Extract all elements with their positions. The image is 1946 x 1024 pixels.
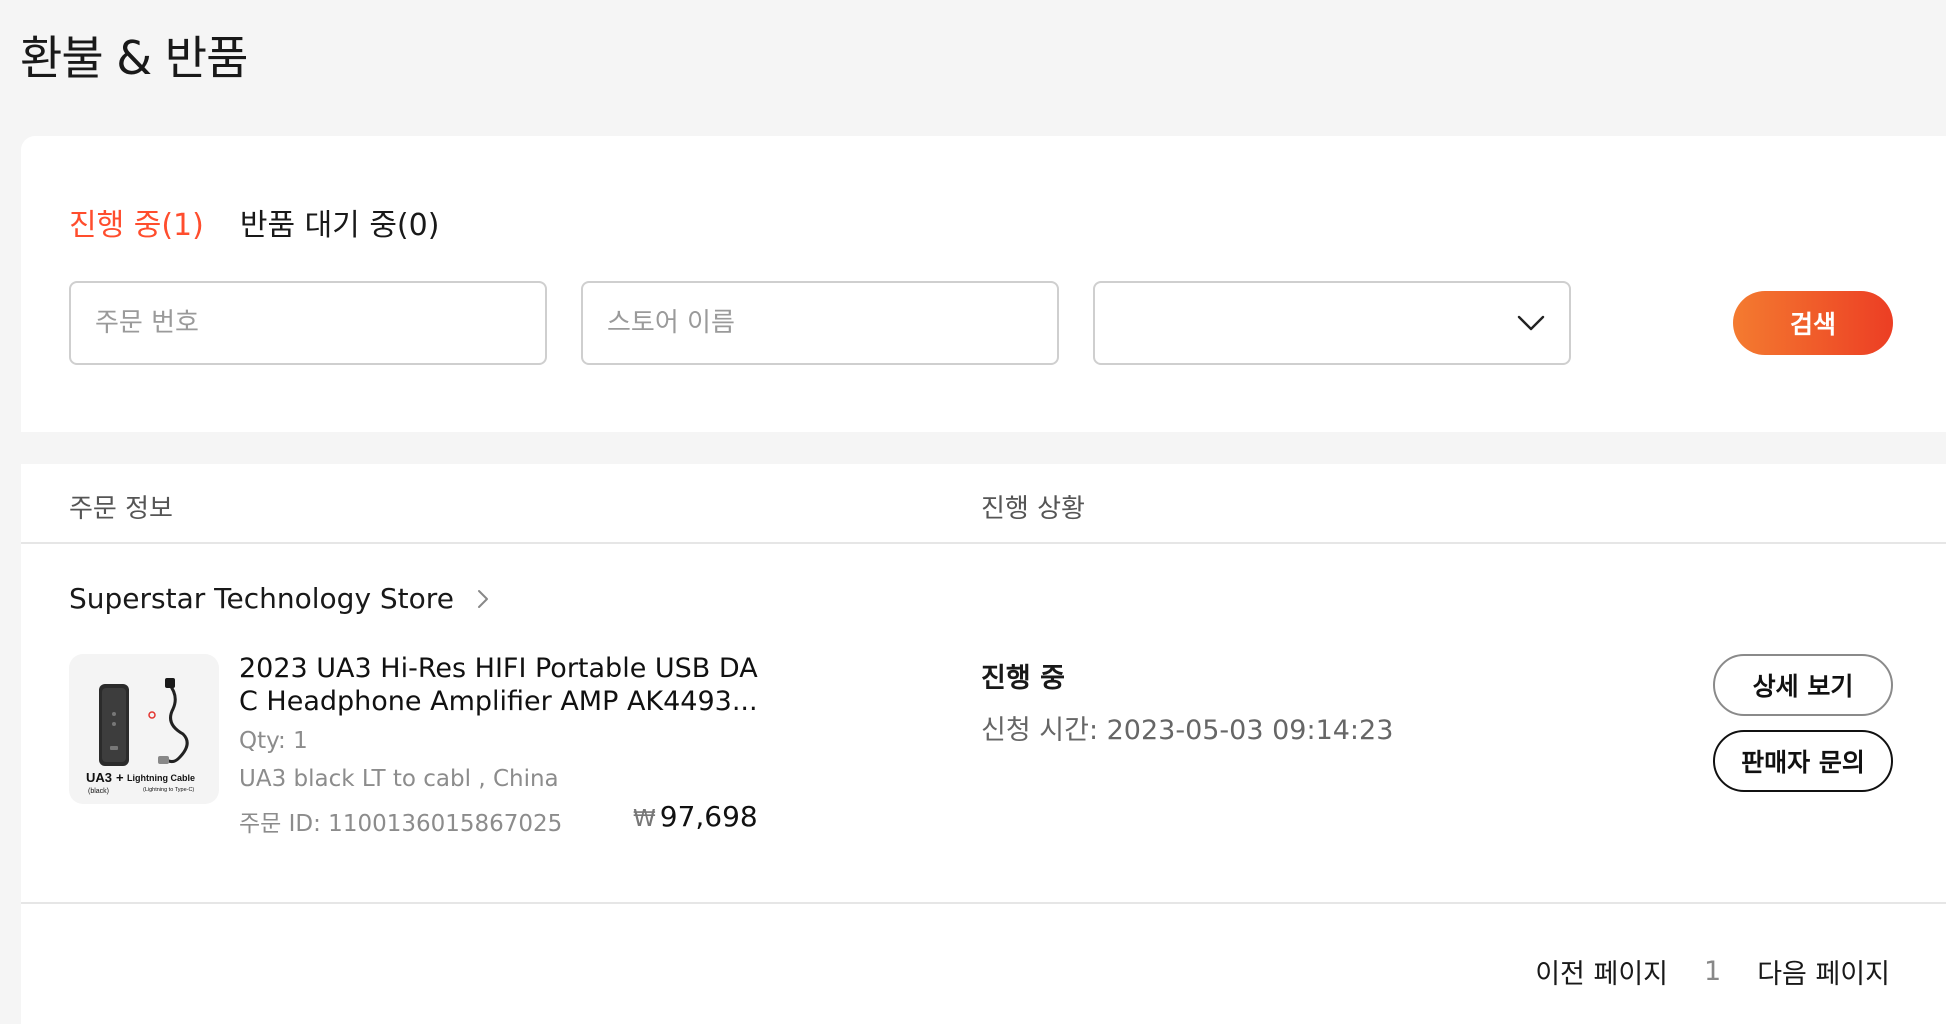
- chevron-right-icon: [477, 589, 488, 608]
- svg-text:+: +: [116, 770, 124, 785]
- order-number-input[interactable]: [71, 283, 545, 363]
- product-thumbnail[interactable]: UA3 + (black) Lightning Cable (Lightning…: [69, 654, 219, 804]
- search-button[interactable]: 검색: [1733, 291, 1893, 355]
- row-divider: [21, 902, 1946, 904]
- refund-status: 진행 중: [981, 663, 1065, 694]
- contact-seller-button[interactable]: 판매자 문의: [1713, 730, 1893, 792]
- currency-symbol: ₩: [633, 806, 656, 832]
- thumbnail-model-text: UA3: [86, 770, 112, 785]
- product-variant: UA3 black LT to cabl , China: [239, 766, 559, 792]
- store-link[interactable]: Superstar Technology Store: [69, 582, 492, 615]
- next-page-button[interactable]: 다음 페이지: [1757, 952, 1890, 991]
- prev-page-button[interactable]: 이전 페이지: [1535, 952, 1668, 991]
- store-name-field: [581, 281, 1059, 365]
- page-title: 환불 & 반품: [20, 31, 248, 85]
- thumbnail-color-text: (black): [88, 788, 109, 795]
- order-price: ₩97,698: [633, 800, 758, 833]
- column-header-progress: 진행 상황: [981, 494, 1085, 524]
- price-value: 97,698: [659, 800, 758, 833]
- tab-in-progress[interactable]: 진행 중(1): [69, 200, 204, 244]
- product-image: UA3 + (black) Lightning Cable (Lightning…: [86, 678, 195, 795]
- store-name: Superstar Technology Store: [69, 582, 454, 615]
- header-divider: [21, 542, 1946, 544]
- filter-panel: 진행 중(1) 반품 대기 중(0) 검색: [21, 136, 1946, 432]
- product-quantity: Qty: 1: [239, 728, 308, 754]
- store-name-input[interactable]: [583, 283, 1057, 363]
- order-list: 주문 정보 진행 상황 Superstar Technology Store U…: [21, 464, 1946, 1024]
- column-header-order-info: 주문 정보: [69, 494, 173, 524]
- product-title[interactable]: 2023 UA3 Hi-Res HIFI Portable USB DAC He…: [239, 652, 759, 718]
- order-id: 주문 ID: 1100136015867025: [239, 811, 563, 837]
- thumbnail-cable-text: Lightning Cable: [127, 773, 195, 783]
- view-details-button[interactable]: 상세 보기: [1713, 654, 1893, 716]
- pagination: 이전 페이지 1 다음 페이지: [1535, 952, 1890, 991]
- applied-time: 신청 시간: 2023-05-03 09:14:23: [981, 715, 1394, 746]
- tab-return-pending[interactable]: 반품 대기 중(0): [240, 200, 440, 244]
- status-select[interactable]: [1093, 281, 1571, 365]
- status-tabs: 진행 중(1) 반품 대기 중(0): [69, 200, 439, 244]
- thumbnail-cable-sub-text: (Lightning to Type-C): [143, 787, 194, 793]
- page-number[interactable]: 1: [1704, 956, 1721, 987]
- order-number-field: [69, 281, 547, 365]
- chevron-down-icon: [1517, 315, 1545, 331]
